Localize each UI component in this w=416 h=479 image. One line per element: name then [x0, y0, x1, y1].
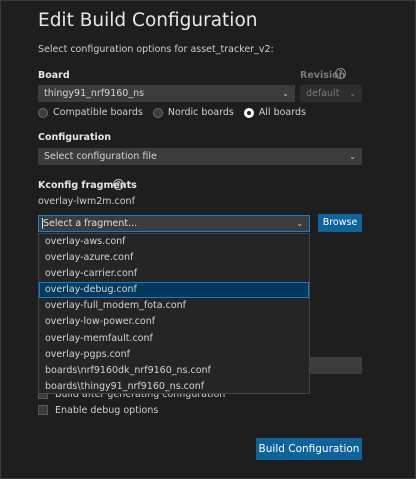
- fragment-input[interactable]: Select a fragment... ⌄: [38, 215, 310, 232]
- browse-button[interactable]: Browse: [318, 214, 362, 232]
- configuration-select[interactable]: Select configuration file ⌄: [38, 148, 362, 165]
- page-title: Edit Build Configuration: [38, 10, 258, 31]
- fragment-option[interactable]: overlay-azure.conf: [39, 250, 309, 266]
- revision-select[interactable]: default ⌄: [300, 85, 362, 102]
- chevron-down-icon: ⌄: [349, 152, 356, 161]
- fragment-option[interactable]: overlay-memfault.conf: [39, 331, 309, 347]
- fragment-option[interactable]: overlay-aws.conf: [39, 234, 309, 250]
- debug-options-label: Enable debug options: [55, 405, 159, 416]
- radio-all-boards[interactable]: [243, 107, 254, 118]
- radio-label-all: All boards: [258, 107, 306, 118]
- radio-nordic-boards[interactable]: [152, 107, 163, 118]
- fragment-option[interactable]: overlay-pgps.conf: [39, 347, 309, 363]
- radio-compatible-boards[interactable]: [38, 107, 48, 118]
- fragment-option[interactable]: overlay-carrier.conf: [39, 266, 309, 282]
- kconfig-info-icon[interactable]: ?: [113, 179, 124, 190]
- fragment-input-placeholder: Select a fragment...: [43, 218, 138, 229]
- fragment-option[interactable]: boards\thingy91_nrf9160_ns.conf: [39, 379, 309, 395]
- debug-options-checkbox[interactable]: [38, 405, 48, 415]
- radio-label-compatible: Compatible boards: [53, 107, 143, 118]
- configuration-select-value: Select configuration file: [44, 151, 157, 162]
- board-select[interactable]: thingy91_nrf9160_ns ⌄: [38, 85, 295, 102]
- radio-label-nordic: Nordic boards: [167, 107, 234, 118]
- fragment-option[interactable]: boards\nrf9160dk_nrf9160_ns.conf: [39, 363, 309, 379]
- fragment-option[interactable]: overlay-full_modem_fota.conf: [39, 298, 309, 314]
- fragment-dropdown-list: overlay-aws.conf overlay-azure.conf over…: [38, 233, 310, 394]
- text-cursor: [42, 218, 43, 229]
- revision-info-icon[interactable]: ?: [335, 68, 346, 79]
- board-label: Board: [38, 70, 70, 81]
- fragment-option-highlighted[interactable]: overlay-debug.conf: [39, 282, 309, 299]
- chevron-down-icon: ⌄: [296, 219, 303, 228]
- chevron-down-icon: ⌄: [282, 89, 289, 98]
- page-subtitle: Select configuration options for asset_t…: [38, 44, 274, 55]
- build-configuration-button[interactable]: Build Configuration: [256, 438, 362, 460]
- configuration-label: Configuration: [38, 132, 112, 143]
- revision-select-value: default: [306, 88, 340, 99]
- board-filter-radios: Compatible boards Nordic boards All boar…: [38, 107, 316, 118]
- board-select-value: thingy91_nrf9160_ns: [44, 88, 145, 99]
- fragment-option[interactable]: overlay-low-power.conf: [39, 314, 309, 330]
- kconfig-selected-fragment: overlay-lwm2m.conf: [38, 196, 135, 207]
- chevron-down-icon: ⌄: [349, 89, 356, 98]
